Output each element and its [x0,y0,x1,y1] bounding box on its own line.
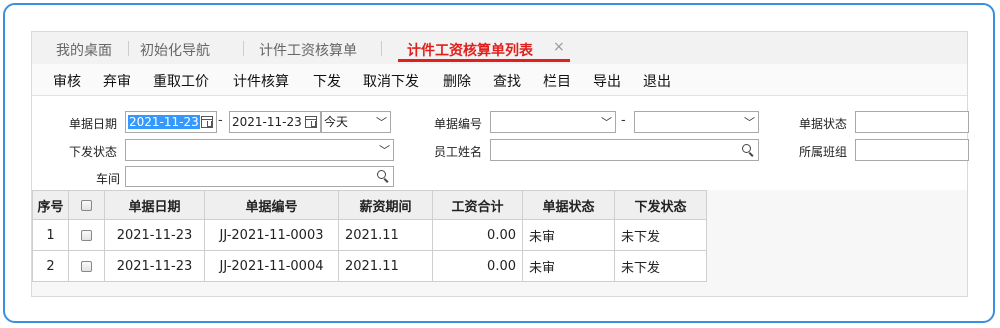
tab-separator [381,41,382,56]
find-button[interactable]: 查找 [493,71,521,91]
row-index: 2 [32,250,69,282]
row-wage-total: 0.00 [432,250,523,282]
tab-piece-wage-calc[interactable]: 计件工资核算单 [259,40,357,60]
close-icon[interactable]: × [553,39,565,55]
data-table: 序号 单据日期 单据编号 薪资期间 工资合计 单据状态 下发状态 1 2021-… [32,190,707,282]
tab-separator [243,41,244,56]
filter-form: 单据日期 2021-11-23 - 2021-11-23 今天 ﹀ 单据编号 ﹀… [32,96,969,190]
row-doc-date: 2021-11-23 [104,250,205,282]
cancel-dispatch-button[interactable]: 取消下发 [363,71,419,91]
chevron-down-icon: ﹀ [376,116,387,129]
chevron-down-icon: ﹀ [379,144,390,157]
dispatch-button[interactable]: 下发 [313,71,341,91]
row-pay-period: 2021.11 [338,219,433,251]
team-label: 所属班组 [799,145,848,159]
doc-no-dash: - [621,113,626,128]
row-doc-no: JJ-2021-11-0004 [204,250,339,282]
columns-button[interactable]: 栏目 [543,71,571,91]
workshop-label: 车间 [96,172,121,186]
date-preset-value: 今天 [324,115,349,129]
col-header-doc-no[interactable]: 单据编号 [204,190,339,220]
row-select-cell[interactable] [68,219,105,251]
calendar-icon[interactable] [201,116,213,128]
tab-my-desktop[interactable]: 我的桌面 [56,40,112,60]
doc-date-label: 单据日期 [69,117,118,131]
active-tab-indicator [398,59,570,62]
search-icon[interactable] [742,144,751,153]
table-row[interactable]: 1 2021-11-23 JJ-2021-11-0003 2021.11 0.0… [32,219,707,251]
employee-name-input[interactable] [490,139,759,161]
col-header-dispatch-status[interactable]: 下发状态 [614,190,707,220]
table-row[interactable]: 2 2021-11-23 JJ-2021-11-0004 2021.11 0.0… [32,250,707,282]
doc-no-label: 单据编号 [434,117,483,131]
date-preset-select[interactable]: 今天 ﹀ [321,111,391,133]
tab-bar: 我的桌面 初始化导航 计件工资核算单 计件工资核算单列表 × [32,32,967,65]
row-checkbox[interactable] [81,260,92,272]
approve-button[interactable]: 审核 [53,71,81,91]
delete-button[interactable]: 删除 [443,71,471,91]
col-header-select[interactable] [68,190,105,220]
piece-calc-button[interactable]: 计件核算 [233,71,289,91]
row-checkbox[interactable] [81,229,92,241]
row-wage-total: 0.00 [432,219,523,251]
unapprove-button[interactable]: 弃审 [103,71,131,91]
tab-piece-wage-calc-list[interactable]: 计件工资核算单列表 [407,40,533,60]
app-window: 我的桌面 初始化导航 计件工资核算单 计件工资核算单列表 × 审核 弃审 重取工… [31,31,969,297]
team-input[interactable] [855,139,969,161]
doc-no-from-select[interactable]: ﹀ [490,111,616,133]
dispatch-status-label: 下发状态 [69,145,118,159]
select-all-checkbox[interactable] [81,199,92,211]
doc-no-to-select[interactable]: ﹀ [634,111,759,133]
col-header-wage-total[interactable]: 工资合计 [432,190,523,220]
col-header-doc-date[interactable]: 单据日期 [104,190,205,220]
search-icon[interactable] [377,170,386,179]
row-pay-period: 2021.11 [338,250,433,282]
row-select-cell[interactable] [68,250,105,282]
workshop-input[interactable] [125,166,394,187]
row-dispatch-status: 未下发 [614,219,707,251]
row-doc-date: 2021-11-23 [104,219,205,251]
exit-button[interactable]: 退出 [643,71,671,91]
table-header-row: 序号 单据日期 单据编号 薪资期间 工资合计 单据状态 下发状态 [32,190,707,220]
doc-status-label: 单据状态 [799,117,848,131]
row-index: 1 [32,219,69,251]
col-header-index[interactable]: 序号 [32,190,69,220]
col-header-doc-status[interactable]: 单据状态 [522,190,615,220]
row-doc-status: 未审 [522,219,615,251]
tab-separator [128,41,129,56]
tab-init-navigation[interactable]: 初始化导航 [140,40,210,60]
chevron-down-icon: ﹀ [744,116,755,129]
row-dispatch-status: 未下发 [614,250,707,282]
date-range-dash: - [218,113,223,128]
toolbar: 审核 弃审 重取工价 计件核算 下发 取消下发 删除 查找 栏目 导出 退出 [32,64,967,96]
calendar-icon[interactable] [305,116,317,128]
row-doc-status: 未审 [522,250,615,282]
row-doc-no: JJ-2021-11-0003 [204,219,339,251]
chevron-down-icon: ﹀ [601,116,612,129]
refetch-price-button[interactable]: 重取工价 [153,71,209,91]
date-to-value: 2021-11-23 [232,115,302,129]
dispatch-status-select[interactable]: ﹀ [125,139,394,161]
date-from-value: 2021-11-23 [128,115,200,129]
col-header-pay-period[interactable]: 薪资期间 [338,190,433,220]
export-button[interactable]: 导出 [593,71,621,91]
doc-status-select[interactable] [855,111,969,133]
employee-name-label: 员工姓名 [434,145,483,159]
